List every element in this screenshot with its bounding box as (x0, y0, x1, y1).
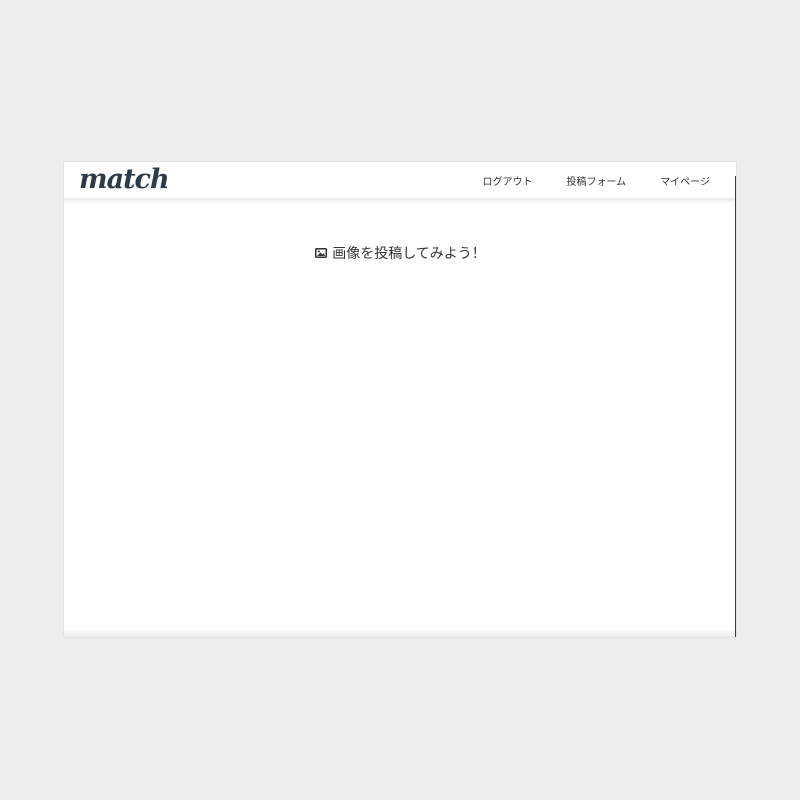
heading-text: 画像を投稿してみよう！ (332, 246, 486, 262)
browser-window: match ログアウト 投稿フォーム マイページ 画像を投稿してみよう！ (64, 162, 736, 637)
page-heading: 画像を投稿してみよう！ (64, 243, 736, 263)
footer-shadow (64, 629, 736, 637)
post-form-link[interactable]: 投稿フォーム (566, 173, 626, 188)
main-content: 画像を投稿してみよう！ (64, 199, 736, 637)
image-icon (314, 246, 328, 260)
logout-link[interactable]: ログアウト (482, 173, 532, 188)
nav-links: ログアウト 投稿フォーム マイページ (448, 162, 710, 198)
site-logo[interactable]: match (79, 163, 170, 197)
navbar: match ログアウト 投稿フォーム マイページ (64, 162, 736, 199)
mypage-link[interactable]: マイページ (660, 173, 710, 188)
